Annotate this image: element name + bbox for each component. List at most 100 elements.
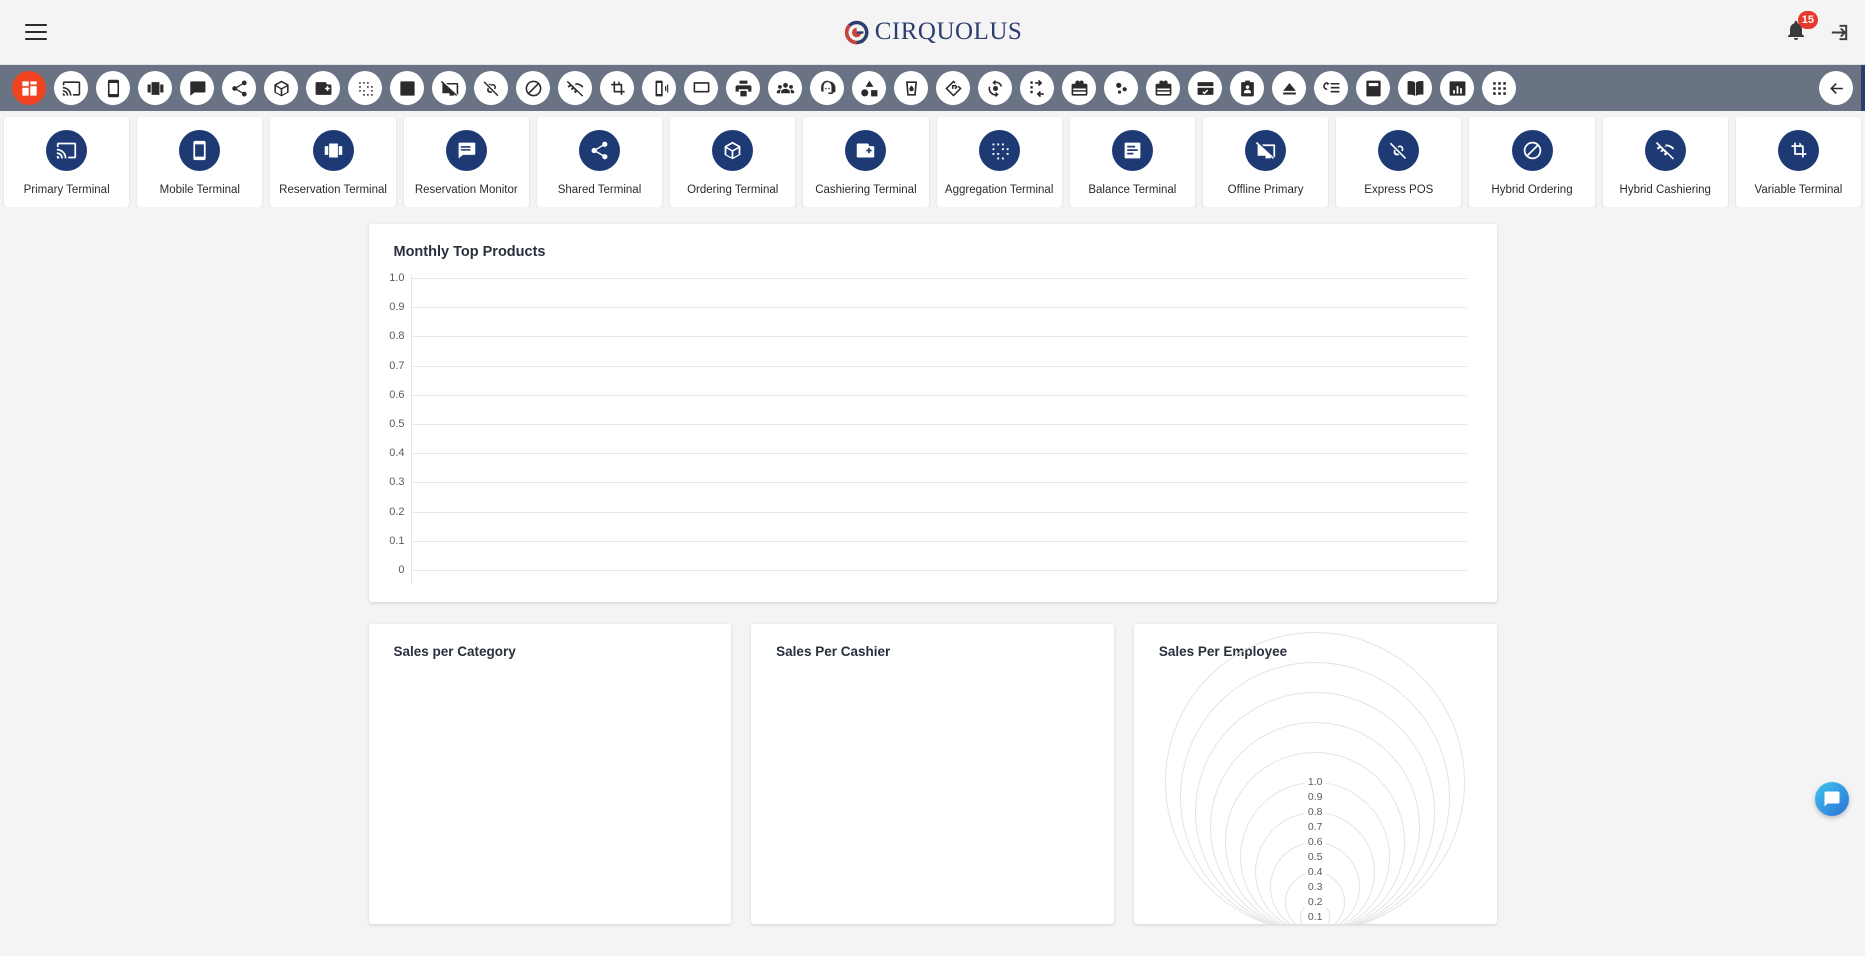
- chart-gridline: [410, 394, 1467, 396]
- shortcut-tile-label: Mobile Terminal: [159, 184, 240, 196]
- toolbar-share-icon[interactable]: [222, 71, 256, 105]
- toolbar-eject-icon[interactable]: [1272, 71, 1306, 105]
- toolbar-card-giftcard-icon[interactable]: [1062, 71, 1096, 105]
- radar-tick-label: 0.8: [1304, 806, 1326, 818]
- notifications-bell-icon[interactable]: 15: [1784, 11, 1818, 46]
- chart-gridline: [410, 453, 1467, 455]
- sales-per-category-card: Sales per Category: [368, 624, 732, 924]
- shortcut-tile-express-pos[interactable]: Express POS: [1336, 117, 1462, 207]
- cast-icon: [46, 130, 88, 171]
- shortcut-tile-offline-primary[interactable]: Offline Primary: [1202, 117, 1329, 207]
- monthly-top-products-chart: 1.0 0.9 0.8 0.7 0.6 0.5 0.4 0.3 0.2 0.1 0: [369, 272, 1497, 584]
- toolbar-link-off-icon[interactable]: [474, 71, 508, 105]
- chat-assistant-button[interactable]: [1815, 782, 1849, 816]
- radar-tick-label: 0.7: [1304, 821, 1326, 833]
- shortcut-tile-hybrid-ordering[interactable]: Hybrid Ordering: [1469, 117, 1595, 207]
- toolbar-block-icon[interactable]: [516, 71, 550, 105]
- shortcut-tile-label: Offline Primary: [1227, 184, 1304, 196]
- toolbar-apps-grid-icon[interactable]: [1482, 71, 1516, 105]
- brand-logo[interactable]: CIRQUOLUS: [843, 18, 1023, 46]
- chart-gridline: [410, 424, 1467, 425]
- chart-gridline: [410, 365, 1467, 367]
- chart-gridline: [410, 336, 1467, 338]
- toolbar-drive-transfer-icon[interactable]: [1020, 71, 1054, 105]
- toolbar-back-arrow-icon[interactable]: [1819, 71, 1853, 105]
- toolbar-gift-icon[interactable]: [1146, 71, 1180, 105]
- shortcut-tile-label: Aggregation Terminal: [944, 184, 1054, 196]
- icon-toolbar: [0, 65, 1865, 111]
- shortcut-tile-label: Hybrid Ordering: [1491, 184, 1573, 196]
- toolbar-directions-icon[interactable]: [936, 71, 970, 105]
- shortcut-tile-label: Shared Terminal: [557, 184, 642, 196]
- logout-icon[interactable]: [1828, 21, 1851, 44]
- toolbar-payment-check-icon[interactable]: [1188, 71, 1222, 105]
- shortcut-tile-variable-terminal[interactable]: Variable Terminal: [1735, 117, 1862, 207]
- dashboard-bottom-row: Sales per Category Sales Per Cashier Sal…: [368, 624, 1497, 924]
- shortcut-tile-shared-terminal[interactable]: Shared Terminal: [536, 117, 663, 207]
- toolbar-article-icon[interactable]: [390, 71, 424, 105]
- article-icon: [1111, 130, 1153, 171]
- shortcut-tile-label: Reservation Terminal: [279, 184, 387, 196]
- smartphone-icon: [179, 130, 221, 171]
- toolbar-cast-icon[interactable]: [54, 71, 88, 105]
- toolbar-category-icon[interactable]: [852, 71, 886, 105]
- block-icon: [1511, 130, 1553, 171]
- toolbar-crop-rotate-icon[interactable]: [600, 71, 634, 105]
- toolbar-bar-chart-icon[interactable]: [1440, 71, 1474, 105]
- chat-bubble-icon: [1824, 791, 1840, 807]
- toolbar-support-agent-icon[interactable]: [810, 71, 844, 105]
- chart-y-tick-label: 0.9: [389, 301, 405, 314]
- shortcut-tile-reservation-monitor[interactable]: Reservation Monitor: [403, 117, 529, 207]
- hamburger-bar: [25, 38, 47, 40]
- chart-y-tick-label: 0.1: [389, 534, 405, 547]
- radar-tick-label: 0.3: [1304, 881, 1326, 893]
- shortcut-tile-aggregation-terminal[interactable]: Aggregation Terminal: [936, 117, 1062, 207]
- shortcut-tile-label: Balance Terminal: [1088, 184, 1177, 196]
- shortcut-tile-balance-terminal[interactable]: Balance Terminal: [1069, 117, 1195, 207]
- toolbar-view-carousel-icon[interactable]: [138, 71, 172, 105]
- toolbar-vibration-icon[interactable]: [642, 71, 676, 105]
- radar-tick-label: 0.6: [1304, 836, 1326, 848]
- shortcut-tile-ordering-terminal[interactable]: Ordering Terminal: [670, 117, 796, 207]
- toolbar-3d-rotation-icon[interactable]: [264, 71, 298, 105]
- shortcut-tile-label: Primary Terminal: [23, 184, 110, 196]
- sales-per-cashier-card: Sales Per Cashier: [751, 624, 1114, 924]
- shortcut-tile-hybrid-cashiering[interactable]: Hybrid Cashiering: [1602, 117, 1728, 207]
- toolbar-queue-playlist-icon[interactable]: [1314, 71, 1348, 105]
- toolbar-flip-camera-icon[interactable]: [978, 71, 1012, 105]
- monthly-top-products-title: Monthly Top Products: [393, 244, 546, 260]
- shortcut-tile-cashiering-terminal[interactable]: Cashiering Terminal: [803, 117, 929, 207]
- toolbar-drink-icon[interactable]: [894, 71, 928, 105]
- shortcut-tile-label: Variable Terminal: [1754, 184, 1843, 196]
- toolbar-wifi-off-icon[interactable]: [558, 71, 592, 105]
- toolbar-add-photo-icon[interactable]: [306, 71, 340, 105]
- hamburger-menu-icon[interactable]: [14, 10, 58, 54]
- shortcut-tile-primary-terminal[interactable]: Primary Terminal: [4, 117, 130, 207]
- notification-count-badge: 15: [1797, 11, 1818, 29]
- toolbar-print-icon[interactable]: [726, 71, 760, 105]
- toolbar-menu-book-icon[interactable]: [1398, 71, 1432, 105]
- scatter-shuffle-icon: [978, 130, 1020, 171]
- toolbar-desktop-icon[interactable]: [684, 71, 718, 105]
- toolbar-list-alt-icon[interactable]: [180, 71, 214, 105]
- radar-tick-label: 0.5: [1304, 851, 1326, 863]
- chart-y-tick-label: 0.7: [389, 359, 405, 372]
- chart-gridline: [410, 511, 1467, 513]
- shortcut-tile-mobile-terminal[interactable]: Mobile Terminal: [137, 117, 263, 207]
- toolbar-scatter-shuffle-icon[interactable]: [348, 71, 382, 105]
- toolbar-groups-icon[interactable]: [768, 71, 802, 105]
- toolbar-scroll-indicator[interactable]: [1861, 65, 1865, 111]
- shortcut-tile-label: Hybrid Cashiering: [1619, 184, 1711, 196]
- toolbar-tv-off-icon[interactable]: [432, 71, 466, 105]
- toolbar-bubble-chart-icon[interactable]: [1104, 71, 1138, 105]
- toolbar-smartphone-icon[interactable]: [96, 71, 130, 105]
- chart-gridline: [410, 278, 1467, 279]
- toolbar-badge-id-icon[interactable]: [1230, 71, 1264, 105]
- shortcut-tile-reservation-terminal[interactable]: Reservation Terminal: [270, 117, 396, 207]
- 3d-rotation-icon: [712, 130, 754, 171]
- cirquolus-mark-icon: [843, 19, 870, 46]
- toolbar-calculate-icon[interactable]: [1356, 71, 1390, 105]
- radar-tick-label: 1.0: [1304, 776, 1326, 788]
- hamburger-bar: [25, 24, 47, 26]
- toolbar-dashboard-icon[interactable]: [12, 71, 46, 105]
